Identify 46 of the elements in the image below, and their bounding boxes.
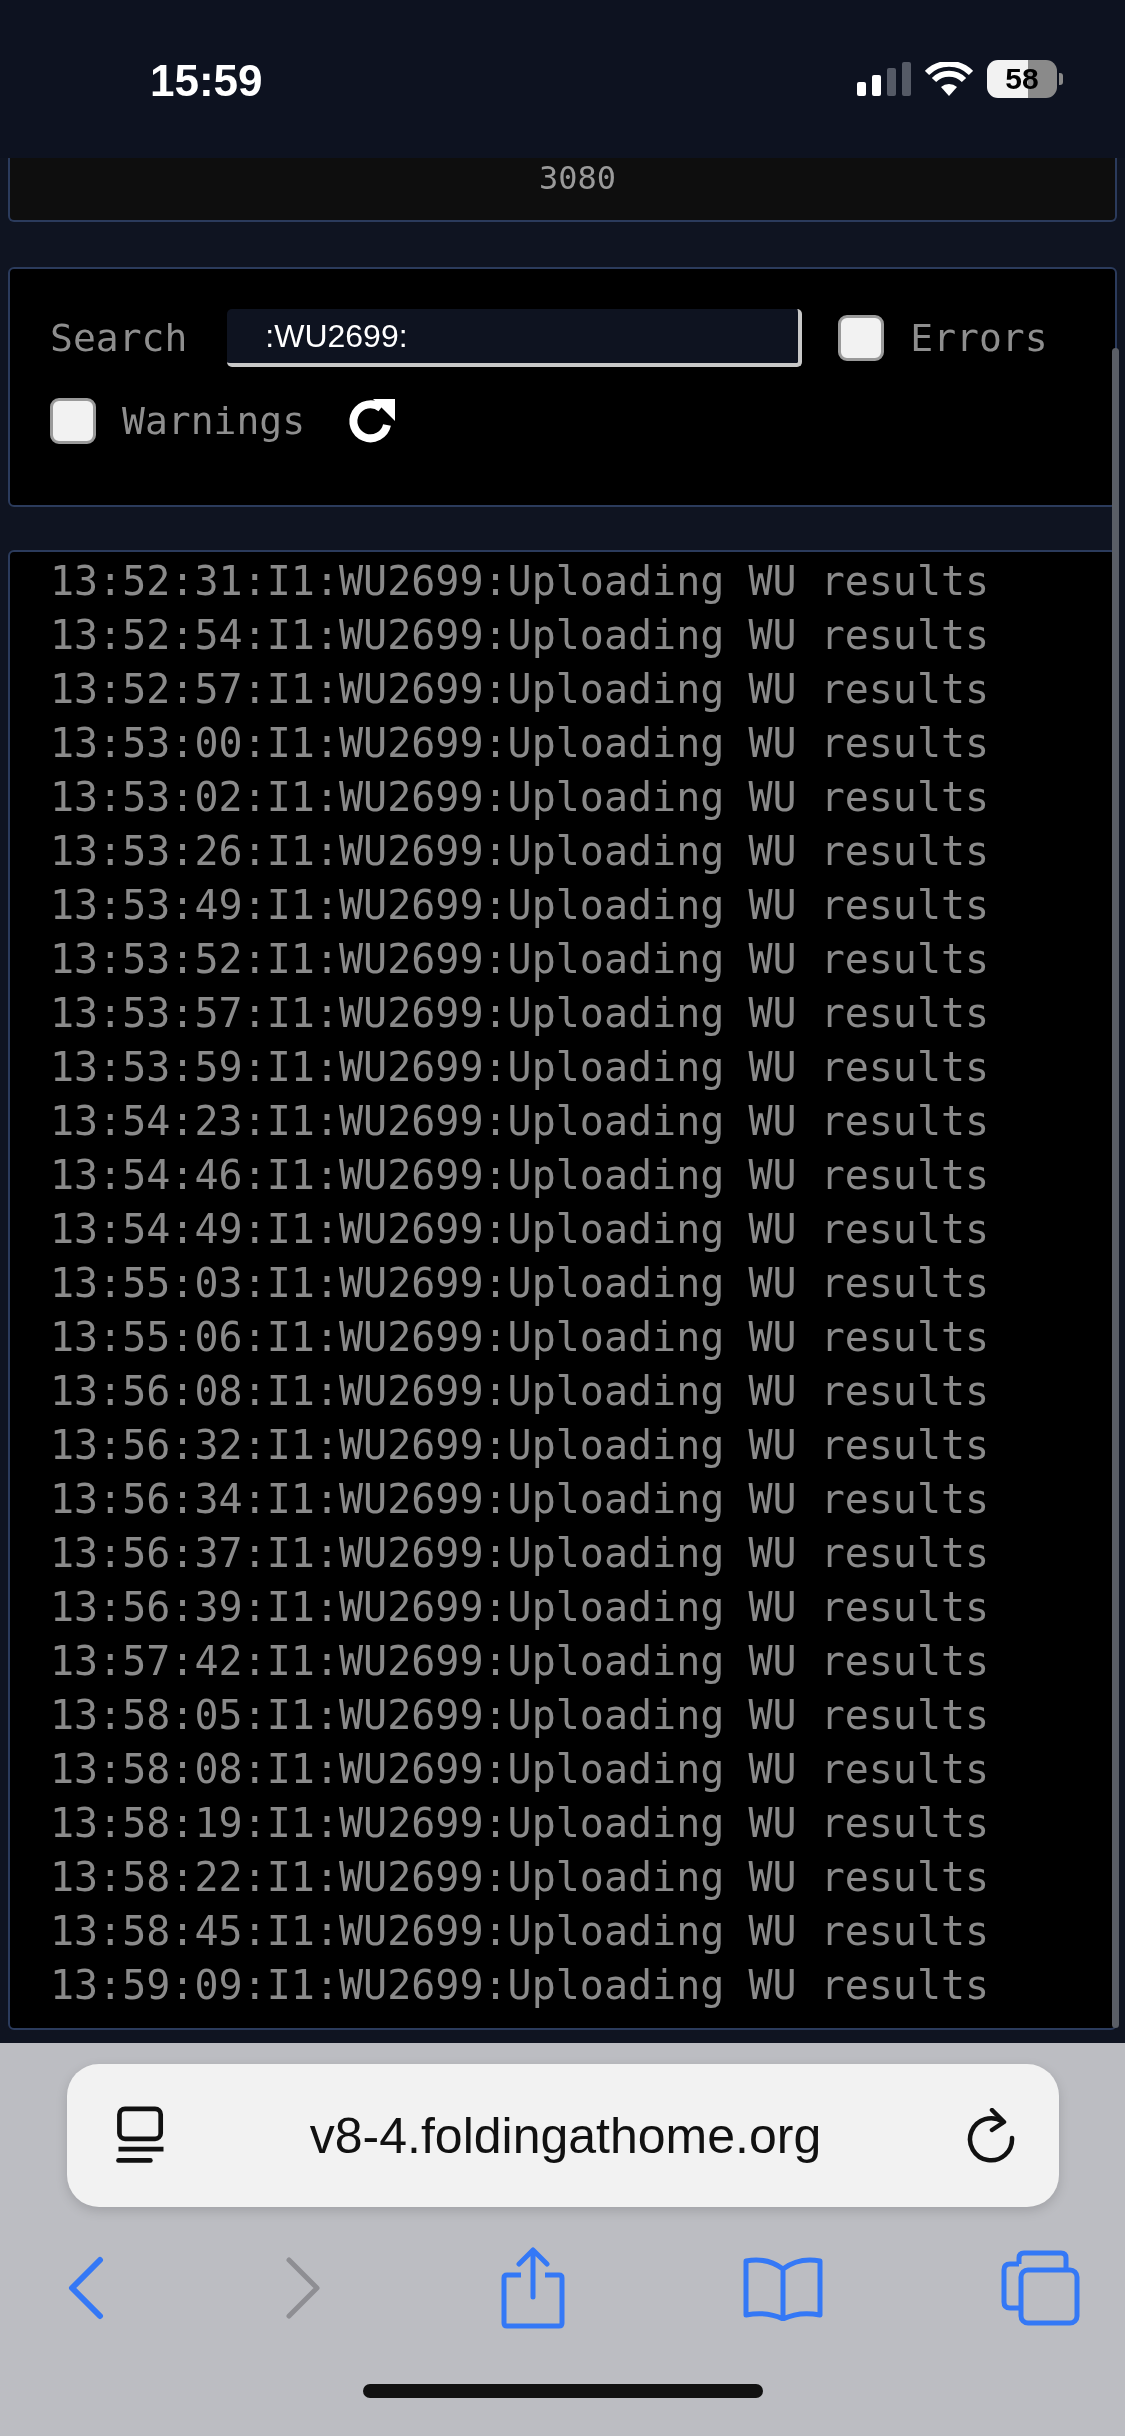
battery-icon: 58 — [987, 60, 1057, 98]
search-label: Search — [50, 316, 188, 360]
log-line: 13:58:19:I1:WU2699:Uploading WU results — [50, 1799, 991, 1848]
tabs-icon[interactable] — [1001, 2250, 1081, 2326]
status-time: 15:59 — [150, 55, 263, 106]
log-line: 13:52:54:I1:WU2699:Uploading WU results — [50, 611, 991, 660]
log-line: 13:55:06:I1:WU2699:Uploading WU results — [50, 1313, 991, 1362]
log-line: 13:58:08:I1:WU2699:Uploading WU results — [50, 1745, 991, 1794]
signal-icon — [857, 62, 911, 96]
address-bar[interactable]: v8-4.foldingathome.org — [66, 2064, 1059, 2207]
log-line: 13:54:23:I1:WU2699:Uploading WU results — [50, 1097, 991, 1146]
log-line: 13:58:22:I1:WU2699:Uploading WU results — [50, 1853, 991, 1902]
page-menu-icon[interactable] — [114, 2105, 167, 2166]
checkbox-label: Errors — [910, 316, 1048, 360]
card-value: 3080 — [538, 158, 617, 199]
checkbox[interactable] — [50, 398, 96, 444]
back-icon[interactable] — [66, 2256, 106, 2320]
log-line: 13:53:49:I1:WU2699:Uploading WU results — [50, 881, 991, 930]
log-line: 13:53:02:I1:WU2699:Uploading WU results — [50, 773, 991, 822]
log-line: 13:59:09:I1:WU2699:Uploading WU results — [50, 1961, 991, 2010]
log-line: 13:52:57:I1:WU2699:Uploading WU results — [50, 665, 991, 714]
log-line: 13:54:46:I1:WU2699:Uploading WU results — [50, 1151, 991, 1200]
log-line: 13:57:42:I1:WU2699:Uploading WU results — [50, 1637, 991, 1686]
log-line: 13:55:03:I1:WU2699:Uploading WU results — [50, 1259, 991, 1308]
log-line: 13:56:34:I1:WU2699:Uploading WU results — [50, 1475, 991, 1524]
wifi-icon — [925, 62, 973, 96]
checkbox-label: Warnings — [122, 399, 306, 443]
scrollbar[interactable] — [1112, 348, 1119, 2028]
log-line: 13:52:31:I1:WU2699:Uploading WU results — [50, 557, 991, 606]
checkbox[interactable] — [838, 315, 885, 361]
log-line: 13:56:08:I1:WU2699:Uploading WU results — [50, 1367, 991, 1416]
log-line: 13:53:59:I1:WU2699:Uploading WU results — [50, 1043, 991, 1092]
log-line: 13:56:39:I1:WU2699:Uploading WU results — [50, 1583, 991, 1632]
log-line: 13:53:57:I1:WU2699:Uploading WU results — [50, 989, 991, 1038]
log-line: 13:53:52:I1:WU2699:Uploading WU results — [50, 935, 991, 984]
search-field[interactable]: :WU2699: — [227, 309, 803, 367]
log-line: 13:53:26:I1:WU2699:Uploading WU results — [50, 827, 991, 876]
log-line: 13:54:49:I1:WU2699:Uploading WU results — [50, 1205, 991, 1254]
share-icon[interactable] — [500, 2247, 565, 2329]
bookmarks-icon[interactable] — [741, 2255, 824, 2321]
log-line: 13:58:05:I1:WU2699:Uploading WU results — [50, 1691, 991, 1740]
log-line: 13:56:32:I1:WU2699:Uploading WU results — [50, 1421, 991, 1470]
log-line: 13:56:37:I1:WU2699:Uploading WU results — [50, 1529, 991, 1578]
log-line: 13:53:00:I1:WU2699:Uploading WU results — [50, 719, 991, 768]
url-text: v8-4.foldingathome.org — [309, 2106, 822, 2165]
log-line: 13:58:45:I1:WU2699:Uploading WU results — [50, 1907, 991, 1956]
